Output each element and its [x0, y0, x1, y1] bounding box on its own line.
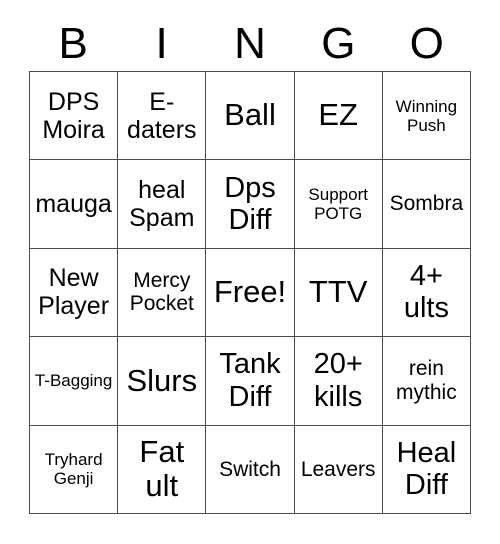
bingo-cell-label: Sombra [389, 192, 464, 216]
bingo-cell-label: T-Bagging [34, 371, 113, 391]
bingo-cell-label: Support POTG [308, 185, 368, 224]
bingo-header-letter-b: B [58, 19, 88, 68]
bingo-cell-label: Slurs [126, 362, 198, 398]
bingo-header-letter-g: G [321, 19, 356, 68]
bingo-cell-label: E-daters [127, 87, 197, 144]
bingo-cell[interactable]: heal Spam [118, 160, 207, 249]
bingo-card: B I N G O DPS Moira E-daters Ball EZ Winning… [0, 0, 500, 544]
bingo-cell[interactable]: rein mythic [382, 337, 471, 426]
bingo-cell[interactable]: Heal Diff [382, 425, 471, 514]
bingo-cell-label: Tank Diff [219, 348, 281, 413]
bingo-header-row: B I N G O [29, 18, 471, 70]
bingo-cell[interactable]: E-daters [118, 72, 207, 161]
bingo-cell-label: Ball [224, 97, 276, 133]
bingo-cell-label: Free! [213, 274, 287, 310]
bingo-header-letter-o: O [409, 19, 444, 68]
bingo-cell-label: EZ [318, 97, 358, 133]
bingo-cell[interactable]: Winning Push [382, 72, 471, 161]
bingo-cell[interactable]: Free! [206, 248, 295, 338]
bingo-cell-label: New Player [38, 264, 110, 321]
bingo-cell-label: mauga [35, 190, 112, 219]
bingo-cell-label: DPS Moira [42, 87, 105, 144]
bingo-cell[interactable]: Sombra [382, 160, 471, 249]
bingo-cell[interactable]: Tank Diff [206, 337, 295, 426]
bingo-cell-label: 20+ kills [313, 348, 363, 413]
bingo-cell[interactable]: Dps Diff [206, 160, 295, 249]
bingo-cell-label: TTV [308, 274, 368, 310]
bingo-cell[interactable]: Fat ult [118, 425, 207, 514]
bingo-cell[interactable]: Mercy Pocket [118, 248, 207, 338]
bingo-grid: DPS Moira E-daters Ball EZ Winning Push mauga… [29, 71, 471, 514]
bingo-cell[interactable]: Slurs [118, 337, 207, 426]
bingo-cell[interactable]: Ball [206, 72, 295, 161]
bingo-cell-label: 4+ ults [403, 260, 449, 325]
bingo-cell[interactable]: T-Bagging [30, 337, 119, 426]
bingo-cell[interactable]: Support POTG [294, 160, 383, 249]
bingo-cell-label: Switch [219, 457, 281, 481]
bingo-cell-label: Mercy Pocket [129, 268, 194, 316]
bingo-cell-label: Fat ult [139, 433, 185, 504]
bingo-cell[interactable]: 4+ ults [382, 248, 471, 338]
bingo-cell[interactable]: TTV [294, 248, 383, 338]
bingo-cell-label: Dps Diff [224, 171, 276, 237]
bingo-cell-label: heal Spam [129, 176, 195, 233]
bingo-cell-label: Heal Diff [396, 436, 457, 502]
bingo-cell[interactable]: Switch [206, 425, 295, 514]
bingo-cell[interactable]: 20+ kills [294, 337, 383, 426]
bingo-cell-label: Leavers [300, 457, 376, 481]
bingo-cell[interactable]: New Player [30, 248, 119, 338]
bingo-header-letter-i: I [155, 19, 168, 68]
bingo-cell[interactable]: EZ [294, 72, 383, 161]
bingo-cell-label: Winning Push [395, 96, 458, 135]
bingo-cell-label: Tryhard Genji [44, 450, 103, 489]
bingo-cell[interactable]: mauga [30, 160, 119, 249]
bingo-cell-label: rein mythic [396, 357, 457, 404]
bingo-cell[interactable]: DPS Moira [30, 72, 119, 161]
bingo-cell[interactable]: Leavers [294, 425, 383, 514]
bingo-cell[interactable]: Tryhard Genji [30, 425, 119, 514]
bingo-header-letter-n: N [234, 19, 266, 68]
